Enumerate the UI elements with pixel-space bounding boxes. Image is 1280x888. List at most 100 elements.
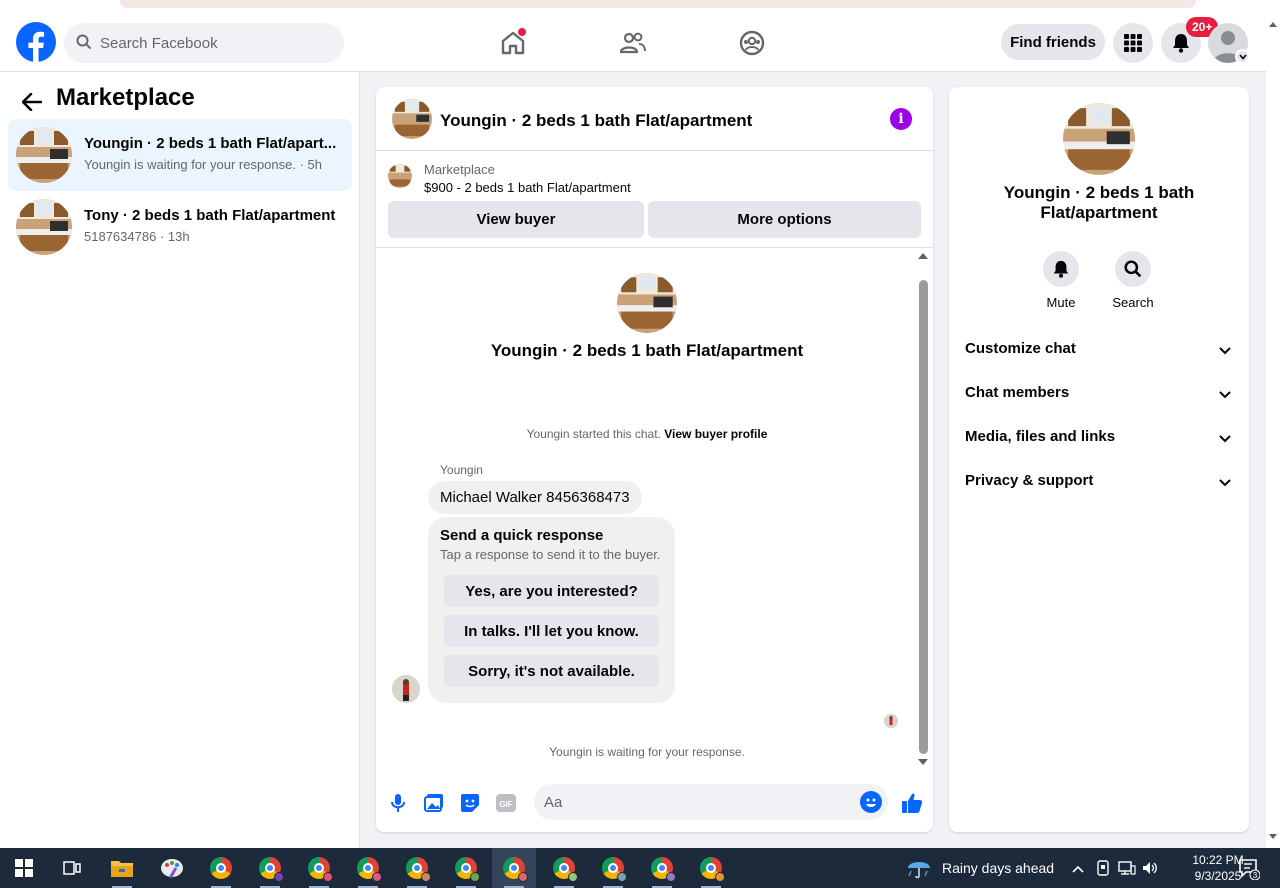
chat-scrollbar[interactable] [919,280,928,754]
chrome-button[interactable] [199,848,243,888]
action-center-button[interactable]: 3 [1238,858,1261,885]
volume-icon[interactable] [1142,860,1160,879]
network-icon[interactable] [1118,860,1136,879]
message-composer: GIF [376,781,933,825]
quick-reply-button[interactable]: Yes, are you interested? [444,575,659,607]
file-explorer-button[interactable] [100,848,144,888]
listing-bar: Marketplace $900 - 2 beds 1 bath Flat/ap… [376,152,933,248]
gif-icon[interactable]: GIF [496,793,516,813]
thumbs-up-icon[interactable] [900,791,924,815]
view-buyer-profile-link[interactable]: View buyer profile [664,427,767,441]
photo-icon[interactable] [424,793,444,813]
listing-price[interactable]: $900 - 2 beds 1 bath Flat/apartment [424,180,631,195]
task-view-icon [63,861,81,875]
chrome-profile-button[interactable] [689,848,733,888]
scroll-down-arrow[interactable] [918,759,928,765]
clock-time: 10:22 PM [1192,853,1244,867]
account-caret-icon[interactable] [1235,49,1250,64]
view-buyer-button[interactable]: View buyer [388,201,644,238]
chrome-profile-button[interactable] [591,848,635,888]
conversation-item[interactable]: Youngin · 2 beds 1 bath Flat/apart... Yo… [8,119,352,191]
action-center-count: 3 [1253,871,1258,880]
page-scroll-up-arrow[interactable] [1269,22,1277,27]
sender-avatar[interactable] [392,675,420,703]
chat-thumbnail[interactable] [392,99,432,139]
device-icon[interactable] [1096,860,1110,879]
chrome-profile-button[interactable] [395,848,439,888]
weather-widget[interactable]: Rainy days ahead [906,848,1054,888]
chrome-icon [210,857,232,879]
chrome-profile-button[interactable] [248,848,292,888]
more-options-button[interactable]: More options [648,201,921,238]
message-bubble: Michael Walker 8456368473 [428,481,642,514]
listing-kicker: Marketplace [424,162,495,177]
search-input[interactable] [100,23,330,63]
listing-thumbnail [388,164,412,188]
palette-icon [161,859,183,879]
customize-chat-row[interactable]: Customize chat [965,338,1233,362]
tray-overflow-icon[interactable] [1072,860,1084,876]
details-thumbnail [1063,103,1135,175]
chat-details-panel: Youngin · 2 beds 1 bath Flat/apartment M… [949,87,1249,832]
privacy-support-row[interactable]: Privacy & support [965,470,1233,494]
find-friends-button[interactable]: Find friends [1001,24,1105,60]
conversation-subtitle: Youngin is waiting for your response. · … [84,157,322,172]
facebook-logo-icon[interactable] [16,22,56,62]
task-view-button[interactable] [50,848,94,888]
mute-label: Mute [1046,295,1076,310]
menu-button[interactable] [1113,23,1153,63]
search-icon [76,34,92,55]
chrome-icon [700,857,725,882]
chrome-profile-button[interactable] [640,848,684,888]
bell-icon [1173,34,1189,53]
section-label: Media, files and links [965,428,1116,445]
mute-button[interactable] [1043,251,1079,287]
grid-menu-icon [1124,34,1142,52]
emoji-icon[interactable] [860,791,882,813]
friends-tab[interactable] [610,20,656,66]
chat-panel: Youngin · 2 beds 1 bath Flat/apartment i… [376,87,933,832]
weather-text: Rainy days ahead [942,860,1055,876]
system-clock[interactable]: 10:22 PM 9/3/2025 [1192,852,1244,884]
svg-text:GIF: GIF [499,800,512,809]
scroll-up-arrow[interactable] [918,253,928,259]
mute-action[interactable]: Mute [1031,251,1091,310]
chrome-profile-button[interactable] [297,848,341,888]
sticker-icon[interactable] [460,793,480,813]
microphone-icon[interactable] [388,793,408,813]
conversation-item[interactable]: Tony · 2 beds 1 bath Flat/apartment 5187… [8,191,352,263]
chevron-down-icon [1219,386,1231,404]
chrome-profile-button[interactable] [542,848,586,888]
search-icon [1124,260,1142,278]
back-arrow-icon[interactable] [18,88,46,116]
chat-title[interactable]: Youngin · 2 beds 1 bath Flat/apartment [440,111,752,131]
page-scrollbar[interactable] [1266,14,1280,848]
groups-tab[interactable] [729,20,775,66]
message-input-box[interactable] [534,784,888,820]
info-icon[interactable]: i [890,108,912,130]
chat-members-row[interactable]: Chat members [965,382,1233,406]
details-title: Youngin · 2 beds 1 bath Flat/apartment [1003,183,1195,222]
chrome-profile-button-active[interactable] [492,848,536,888]
chrome-profile-button[interactable] [444,848,488,888]
media-files-links-row[interactable]: Media, files and links [965,426,1233,450]
home-tab[interactable] [490,20,536,66]
clock-date: 9/3/2025 [1194,869,1242,883]
home-notification-dot [518,28,526,36]
message-input[interactable] [544,784,844,820]
folder-icon [111,861,133,877]
top-navigation: Find friends 20+ [0,14,1266,72]
chrome-icon [357,857,382,882]
start-button[interactable] [2,848,46,888]
paint-app-button[interactable] [150,848,194,888]
search-action[interactable]: Search [1103,251,1163,310]
chrome-icon [308,857,333,882]
quick-reply-button[interactable]: In talks. I'll let you know. [444,615,659,647]
chrome-profile-button[interactable] [346,848,390,888]
quick-response-subtitle: Tap a response to send it to the buyer. [440,547,661,562]
page-scroll-down-arrow[interactable] [1269,834,1277,839]
windows-taskbar: Rainy days ahead 10:22 PM 9/3/2025 3 [0,848,1280,888]
quick-reply-button[interactable]: Sorry, it's not available. [444,655,659,687]
search-button[interactable] [1115,251,1151,287]
search-bar[interactable] [64,23,344,63]
